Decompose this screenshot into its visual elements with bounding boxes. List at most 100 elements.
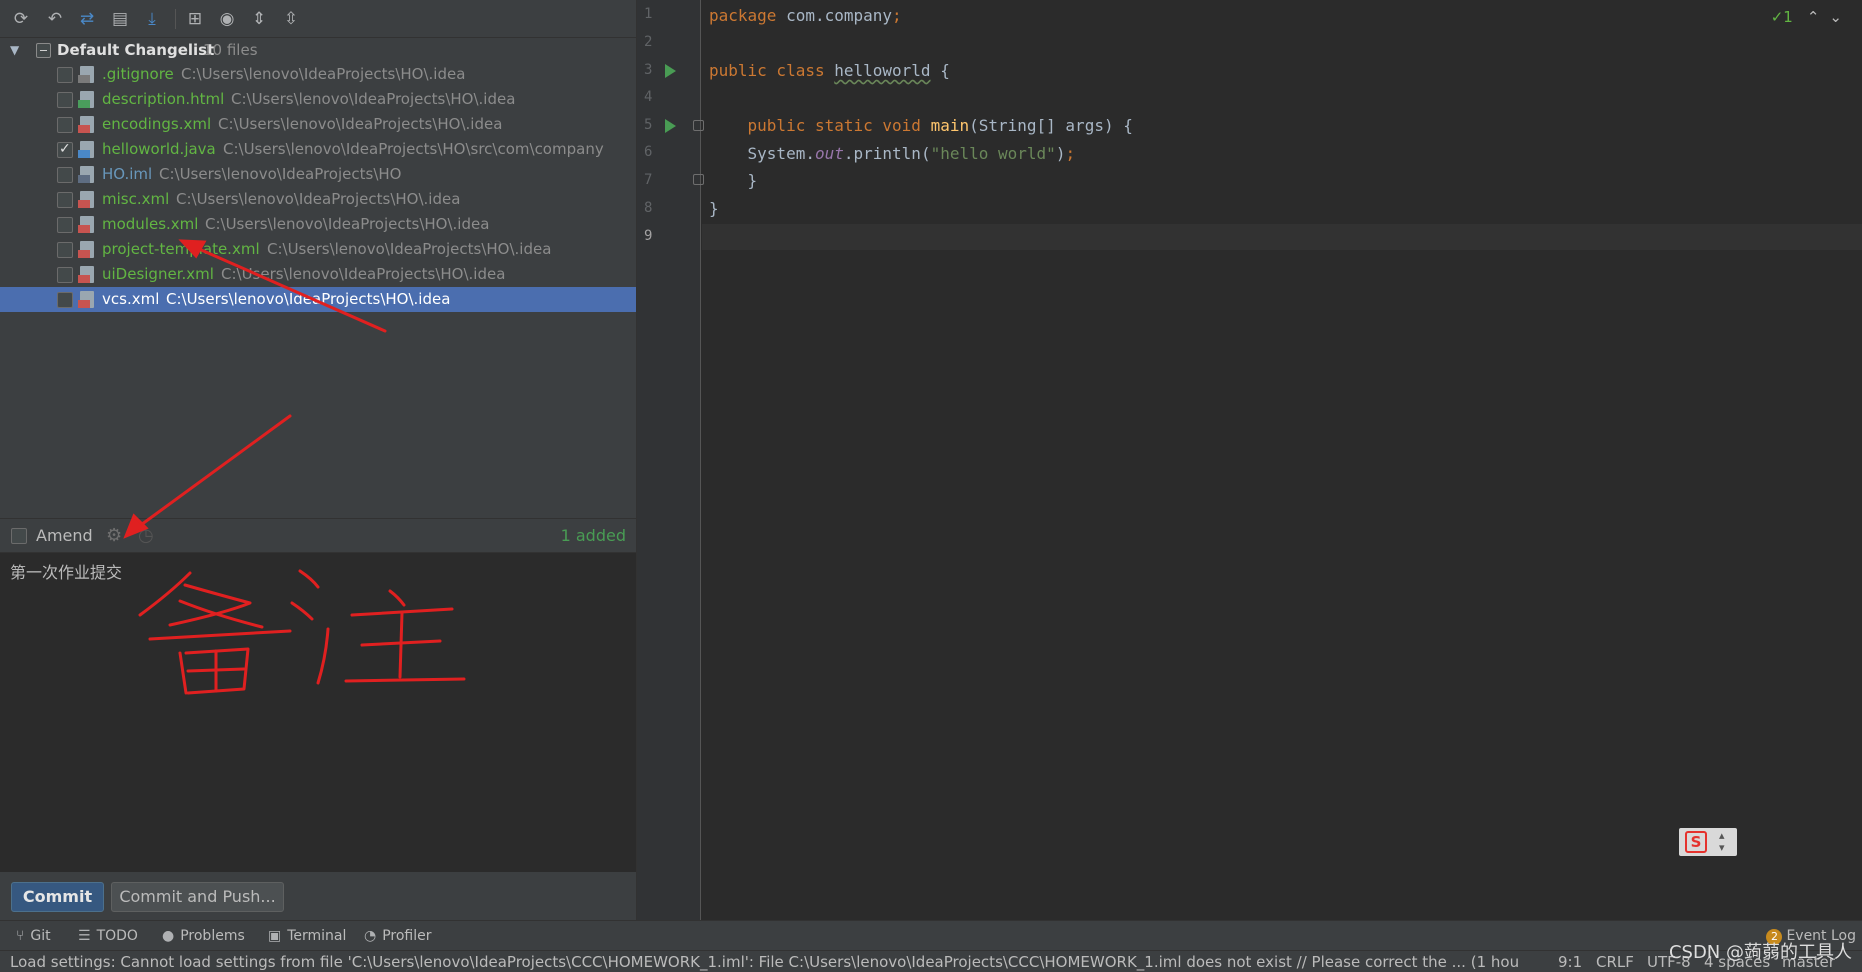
csdn-watermark: CSDN @蒟蒻的工具人 (1668, 942, 1852, 963)
line-number: 2 (644, 34, 653, 50)
file-row[interactable]: project-template.xml C:\Users\lenovo\Idea… (0, 237, 636, 262)
terminal-icon: ▣ (268, 928, 282, 944)
code-line-6: System.out.println("hello world"); (709, 144, 1076, 163)
file-name: misc.xml (102, 190, 170, 208)
status-message[interactable]: Load settings: Cannot load settings from… (10, 951, 1520, 972)
file-row[interactable]: misc.xml C:\Users\lenovo\IdeaProjects\HO\… (0, 187, 636, 212)
file-path: C:\Users\lenovo\IdeaProjects\HO\.idea (218, 115, 503, 133)
code-line-8: } (709, 199, 719, 218)
commit-button-bar: Commit Commit and Push... (0, 872, 636, 920)
update-icon[interactable]: ⤓ (141, 8, 163, 30)
file-row[interactable]: vcs.xml C:\Users\lenovo\IdeaProjects\HO\.… (0, 287, 636, 312)
file-checkbox[interactable] (57, 292, 73, 308)
navigate-arrows-icon[interactable]: ⌃⌄ (1807, 8, 1852, 26)
sogou-ime-icon[interactable]: S (1685, 831, 1707, 853)
line-number: 7 (644, 172, 653, 188)
file-checkbox[interactable] (57, 67, 73, 83)
file-row[interactable]: uiDesigner.xml C:\Users\lenovo\IdeaProjec… (0, 262, 636, 287)
file-row[interactable]: modules.xml C:\Users\lenovo\IdeaProjects\… (0, 212, 636, 237)
file-path: C:\Users\lenovo\IdeaProjects\HO\.idea (267, 240, 552, 258)
ime-toolbar[interactable]: S ▴ ▾ (1679, 828, 1737, 856)
file-path: C:\Users\lenovo\IdeaProjects\HO\.idea (176, 190, 461, 208)
line-separator[interactable]: CRLF (1596, 951, 1634, 972)
changelist-node[interactable]: ▼ Default Changelist 10 files (0, 38, 636, 62)
collapse-all-icon[interactable]: ⇳ (280, 8, 302, 30)
tool-todo-label: TODO (96, 928, 138, 944)
file-path: C:\Users\lenovo\IdeaProjects\HO\.idea (231, 90, 516, 108)
changes-tree: ▼ Default Changelist 10 files .gitignore… (0, 38, 636, 518)
file-row[interactable]: HO.iml C:\Users\lenovo\IdeaProjects\HO (0, 162, 636, 187)
file-checkbox[interactable] (57, 192, 73, 208)
file-row[interactable]: description.html C:\Users\lenovo\IdeaProj… (0, 87, 636, 112)
code-editor[interactable]: 1 2 3 4 5 6 7 8 9 package com.company; p… (636, 0, 1862, 920)
file-name: description.html (102, 90, 225, 108)
changelist-title: Default Changelist (57, 41, 215, 59)
current-line-highlight (702, 224, 1862, 250)
diff-icon[interactable]: ⇄ (76, 8, 98, 30)
file-row[interactable]: encodings.xml C:\Users\lenovo\IdeaProject… (0, 112, 636, 137)
file-name: HO.iml (102, 165, 153, 183)
file-path: C:\Users\lenovo\IdeaProjects\HO\.idea (181, 65, 466, 83)
tool-profiler[interactable]: ◔ Profiler (364, 928, 432, 944)
fold-icon[interactable] (693, 120, 704, 131)
file-checkbox[interactable] (57, 267, 73, 283)
line-number: 1 (644, 6, 653, 22)
changelist-count: 10 files (203, 41, 258, 59)
file-name: uiDesigner.xml (102, 265, 214, 283)
run-main-icon[interactable] (665, 119, 676, 133)
file-checkbox[interactable] (57, 242, 73, 258)
commit-and-push-button[interactable]: Commit and Push... (111, 882, 284, 912)
xml-file-icon (78, 116, 94, 133)
tool-profiler-label: Profiler (382, 928, 432, 944)
commit-panel: ⟳ ↶ ⇄ ▤ ⤓ ⊞ ◉ ⇕ ⇳ ▼ Default Changelist 1… (0, 0, 636, 920)
file-name: project-template.xml (102, 240, 260, 258)
file-name: vcs.xml (102, 290, 160, 308)
file-row[interactable]: helloworld.java C:\Users\lenovo\IdeaProje… (0, 137, 636, 162)
gear-icon[interactable]: ⚙ (106, 525, 122, 546)
fold-icon[interactable] (693, 174, 704, 185)
file-name: encodings.xml (102, 115, 212, 133)
amend-checkbox[interactable] (11, 528, 27, 544)
view-options-icon[interactable]: ◉ (216, 8, 238, 30)
tool-git[interactable]: ⑂ Git (16, 928, 51, 944)
run-class-icon[interactable] (665, 64, 676, 78)
file-checkbox[interactable] (57, 137, 73, 162)
commit-button[interactable]: Commit (11, 882, 104, 912)
file-name: helloworld.java (102, 140, 216, 158)
chevron-down-icon[interactable]: ▼ (10, 38, 19, 62)
handwritten-annotation (138, 569, 466, 695)
file-checkbox[interactable] (57, 167, 73, 183)
changelist-checkbox[interactable] (36, 43, 51, 58)
amend-label[interactable]: Amend (36, 526, 93, 545)
added-count: 1 added (560, 526, 626, 545)
iml-file-icon (78, 166, 94, 183)
tool-problems[interactable]: ● Problems (162, 928, 245, 944)
commit-message-area[interactable]: 第一次作业提交 (0, 552, 636, 872)
expand-all-icon[interactable]: ⇕ (248, 8, 270, 30)
list-icon: ☰ (78, 928, 91, 944)
file-checkbox[interactable] (57, 117, 73, 133)
ime-menu-icon[interactable]: ▴ ▾ (1719, 830, 1725, 854)
tool-terminal[interactable]: ▣ Terminal (268, 928, 346, 944)
line-number: 5 (644, 117, 653, 133)
tool-todo[interactable]: ☰ TODO (78, 928, 138, 944)
file-row[interactable]: .gitignore C:\Users\lenovo\IdeaProjects\H… (0, 62, 636, 87)
html-file-icon (78, 91, 94, 108)
refresh-icon[interactable]: ⟳ (10, 8, 32, 30)
group-by-icon[interactable]: ⊞ (184, 8, 206, 30)
file-checkbox[interactable] (57, 92, 73, 108)
info-icon: ● (162, 928, 175, 944)
xml-file-icon (78, 216, 94, 233)
inspection-count[interactable]: ✓1 (1771, 8, 1793, 26)
editor-gutter: 1 2 3 4 5 6 7 8 9 (637, 0, 704, 920)
file-path: C:\Users\lenovo\IdeaProjects\HO\.idea (205, 215, 490, 233)
history-icon[interactable]: ◷ (138, 525, 154, 546)
shelve-icon[interactable]: ▤ (109, 8, 131, 30)
file-name: .gitignore (102, 65, 174, 83)
tool-terminal-label: Terminal (287, 928, 347, 944)
rollback-icon[interactable]: ↶ (44, 8, 66, 30)
caret-position[interactable]: 9:1 (1558, 951, 1582, 972)
inspection-widget[interactable]: ✓1 ⌃⌄ (1771, 8, 1852, 26)
line-number: 8 (644, 200, 653, 216)
file-checkbox[interactable] (57, 217, 73, 233)
